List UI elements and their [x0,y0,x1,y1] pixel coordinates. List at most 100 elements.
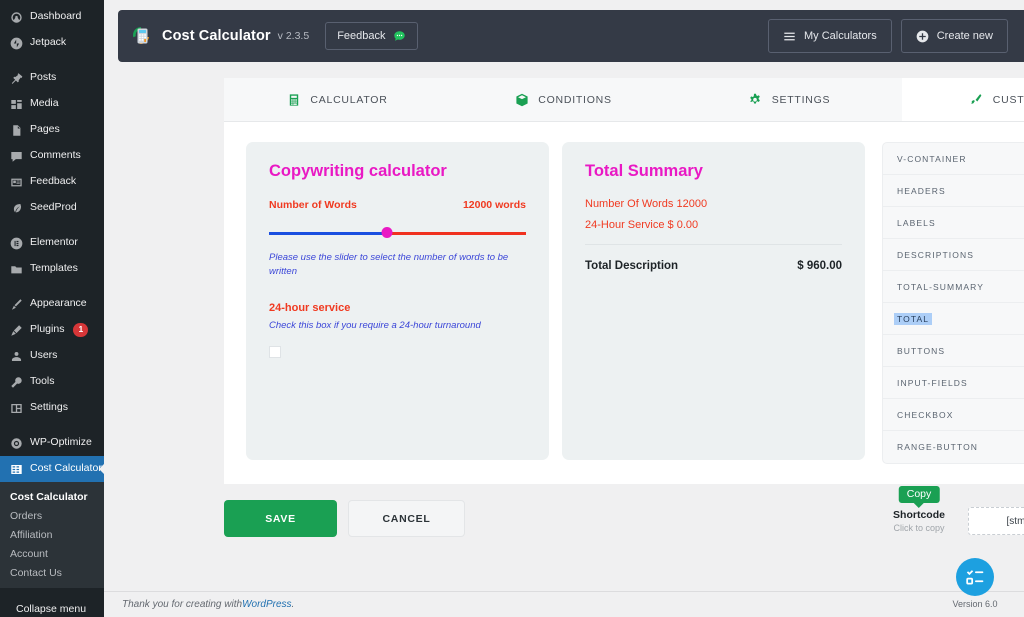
submenu-item-affiliation[interactable]: Affiliation [0,525,104,544]
sidebar-item-jetpack[interactable]: Jetpack [0,30,104,56]
save-button[interactable]: SAVE [224,500,337,537]
tab-label: CUSTOMIZE [992,93,1024,106]
sidebar-item-label: Pages [30,123,60,136]
accordion-row-total[interactable]: TOTAL [883,303,1024,335]
submenu-item-orders[interactable]: Orders [0,506,104,525]
shortcode-hint: Click to copy [893,523,945,533]
sidebar-group-2: Posts Media Pages Comments Feedback Seed… [0,65,104,221]
sidebar-group-3: Elementor Templates [0,230,104,282]
plus-circle-icon [916,30,929,42]
slider-handle[interactable] [381,227,393,238]
sidebar-item-label: Media [30,97,59,110]
paintbrush-icon [969,92,984,107]
sidebar-item-settings[interactable]: Settings [0,395,104,421]
settings-icon [9,401,23,415]
sidebar-item-elementor[interactable]: Elementor [0,230,104,256]
accordion-row-labels[interactable]: LABELS [883,207,1024,239]
templates-icon [9,262,23,276]
seedprod-icon [9,201,23,215]
slider-fill [269,232,388,235]
sidebar-item-tools[interactable]: Tools [0,369,104,395]
sidebar-item-label: Comments [30,149,81,162]
cost-calculator-logo-icon [130,24,154,48]
jetpack-icon [9,36,23,50]
wordpress-link[interactable]: WordPress [242,599,291,610]
service-description: Check this box if you require a 24-hour … [269,319,481,331]
accordion-row-descriptions[interactable]: DESCRIPTIONS [883,239,1024,271]
accordion-row-total-summary[interactable]: TOTAL-SUMMARY [883,271,1024,303]
sidebar-item-media[interactable]: Media [0,91,104,117]
sidebar-item-comments[interactable]: Comments [0,143,104,169]
service-checkbox[interactable] [269,345,281,358]
words-field-label: Number of Words [269,199,357,211]
accordion-row-checkbox[interactable]: CHECKBOX [883,399,1024,431]
accordion-row-v-container[interactable]: V-CONTAINER [883,143,1024,175]
words-slider[interactable] [269,227,526,239]
sidebar-divider-1 [0,56,104,65]
calculator-grid-icon [9,462,23,476]
tab-label: SETTINGS [771,93,831,106]
copy-tooltip: Copy [898,486,940,503]
create-new-button[interactable]: Create new [900,19,1008,53]
admin-footer: Thank you for creating with WordPress . [104,591,1024,617]
accordion-row-input-fields[interactable]: INPUT-FIELDS [883,367,1024,399]
feedback-button[interactable]: Feedback [325,22,418,50]
copy-shortcode-group[interactable]: Copy Shortcode Click to copy [882,486,956,533]
gear-icon [748,92,763,107]
collapse-menu-button[interactable]: Collapse menu [0,594,104,617]
accordion-label: HEADERS [897,185,946,196]
tab-customize[interactable]: CUSTOMIZE [902,78,1024,121]
sidebar-item-dashboard[interactable]: Dashboard [0,4,104,30]
tab-settings[interactable]: SETTINGS [676,78,902,121]
slider-track [269,232,526,235]
cost-calculator-submenu: Cost Calculator Orders Affiliation Accou… [0,482,104,588]
sidebar-item-cost-calculator[interactable]: Cost Calculator [0,456,104,482]
sidebar-item-users[interactable]: Users [0,343,104,369]
accordion-label: RANGE-BUTTON [897,442,979,452]
submenu-item-account[interactable]: Account [0,544,104,563]
accordion-label: V-CONTAINER [897,153,967,164]
sidebar-item-seedprod[interactable]: SeedProd [0,195,104,221]
accordion-row-range-button[interactable]: RANGE-BUTTON [883,431,1024,463]
tab-calculator[interactable]: CALCULATOR [224,78,450,121]
tab-label: CONDITIONS [538,93,612,106]
accordion-label: TOTAL-SUMMARY [897,281,985,292]
submenu-item-contact-us[interactable]: Contact Us [0,563,104,582]
action-bar: SAVE CANCEL Copy Shortcode Click to copy… [224,486,1024,540]
sidebar-item-appearance[interactable]: Appearance [0,291,104,317]
sidebar-item-label: Tools [30,375,55,388]
checklist-icon [966,570,984,585]
footer-thanks-suffix: . [291,599,295,610]
sidebar-item-feedback[interactable]: Feedback [0,169,104,195]
customize-content-card: Copywriting calculator Number of Words 1… [224,122,1024,484]
sidebar-item-wp-optimize[interactable]: WP-Optimize [0,430,104,456]
footer-thanks-prefix: Thank you for creating with [122,599,243,610]
elementor-icon [9,236,23,250]
cancel-button[interactable]: CANCEL [348,500,465,537]
accordion-label: INPUT-FIELDS [897,377,968,388]
sidebar-item-plugins[interactable]: Plugins 1 [0,317,104,343]
summary-line: Number Of Words 12000 [585,198,708,210]
summary-preview-panel: Total Summary Number Of Words 12000 24-H… [562,142,865,460]
submenu-item-cost-calculator[interactable]: Cost Calculator [0,487,104,506]
my-calculators-button[interactable]: My Calculators [767,19,892,53]
eye-icon [9,436,23,450]
sidebar-item-label: Settings [30,401,68,414]
tab-conditions[interactable]: CONDITIONS [450,78,676,121]
sidebar-item-label: Templates [30,262,78,275]
accordion-row-headers[interactable]: HEADERS [883,175,1024,207]
pages-icon [9,123,23,137]
service-label: 24-hour service [269,301,351,314]
sidebar-item-pages[interactable]: Pages [0,117,104,143]
sidebar-group-4: Appearance Plugins 1 Users Tools Setting… [0,291,104,421]
header-actions: My Calculators Create new [767,19,1008,53]
shortcode-input[interactable]: [stm-calc id="216"] [968,507,1024,535]
sidebar-item-templates[interactable]: Templates [0,256,104,282]
sidebar-item-label: WP-Optimize [30,436,92,449]
sidebar-item-label: Elementor [30,236,78,249]
accordion-label: BUTTONS [897,345,946,356]
words-field-row: Number of Words 12000 words [269,199,526,211]
accordion-row-buttons[interactable]: BUTTONS [883,335,1024,367]
sidebar-item-posts[interactable]: Posts [0,65,104,91]
checklist-fab-button[interactable] [956,558,994,596]
